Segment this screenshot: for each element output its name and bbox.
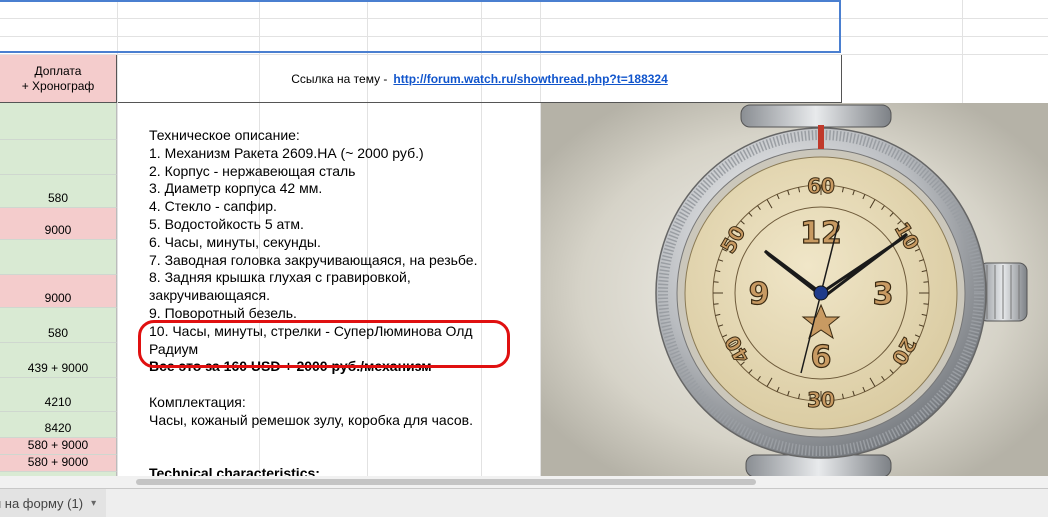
horizontal-scrollbar[interactable] <box>0 476 1048 488</box>
description-line <box>149 376 539 394</box>
numeral-3: 3 <box>873 277 894 312</box>
minute-tick <box>713 281 719 283</box>
numeral-9: 9 <box>749 277 770 312</box>
bezel-60: 60 <box>807 174 835 198</box>
sheet-tab[interactable]: н на форму (1) ▾ <box>0 489 107 517</box>
description-line: 3. Диаметр корпуса 42 мм. <box>149 180 323 197</box>
column-cell[interactable]: 9000 <box>0 275 117 308</box>
column-cell[interactable]: 580 + 9000 <box>0 455 117 472</box>
grid-line <box>962 0 963 103</box>
sheet-tab-label: н на форму (1) <box>0 495 84 511</box>
chevron-down-icon[interactable]: ▾ <box>91 498 96 509</box>
description-line: 5. Водостойкость 5 атм. <box>149 215 304 232</box>
description-line: Комплектация: <box>149 393 246 410</box>
column-cell[interactable]: 580 + 9000 <box>0 438 117 455</box>
column-cell[interactable]: 9000 <box>0 208 117 240</box>
description-line: 8. Задняя крышка глухая с гравировкой, <box>149 269 411 286</box>
sheet-tab-bar: н на форму (1) ▾ <box>0 488 1048 517</box>
bezel-30: 30 <box>807 388 835 412</box>
header-line-2: + Хронограф <box>21 78 95 93</box>
column-cell[interactable]: 439 + 9000 <box>0 343 117 378</box>
description-line: 6. Часы, минуты, секунды. <box>149 233 321 250</box>
description-line <box>149 447 539 465</box>
red-highlight-oval <box>138 320 510 368</box>
watch-illustration: 60 10 20 30 40 50 12 3 6 9 <box>541 103 1048 478</box>
description-line: 7. Заводная головка закручивающаяся, на … <box>149 251 478 268</box>
description-line: Часы, кожаный ремешок зулу, коробка для … <box>149 411 473 428</box>
numeral-6: 6 <box>811 340 832 375</box>
column-cell[interactable]: 580 <box>0 308 117 343</box>
description-line: 2. Корпус - нержавеющая сталь <box>149 162 356 179</box>
description-line: закручивающаяся. <box>149 287 270 304</box>
column-header-surcharge[interactable]: Доплата + Хронограф <box>0 55 117 103</box>
minute-tick <box>923 281 929 283</box>
watch-image: 60 10 20 30 40 50 12 3 6 9 <box>541 103 1048 478</box>
column-cell[interactable] <box>0 103 117 140</box>
description-line: 4. Стекло - сапфир. <box>149 198 277 215</box>
column-cell[interactable] <box>0 240 117 275</box>
description-line: 1. Механизм Ракета 2609.НА (~ 2000 руб.) <box>149 144 424 161</box>
column-cell[interactable]: 4210 <box>0 378 117 412</box>
column-cell[interactable]: 580 <box>0 175 117 208</box>
selected-cell[interactable] <box>0 0 841 53</box>
topic-link-cell[interactable]: Ссылка на тему - http://forum.watch.ru/s… <box>118 55 842 103</box>
topic-link[interactable]: http://forum.watch.ru/showthread.php?t=1… <box>393 72 667 86</box>
topic-link-label: Ссылка на тему - <box>291 71 388 86</box>
header-line-1: Доплата <box>34 63 82 78</box>
description-line: Техническое описание: <box>149 127 300 143</box>
minute-tick <box>713 303 719 305</box>
scrollbar-thumb[interactable] <box>136 479 756 485</box>
minute-tick <box>923 303 929 305</box>
description-line <box>149 430 539 448</box>
column-cell[interactable] <box>0 140 117 175</box>
technical-description[interactable]: Техническое описание: 1. Механизм Ракета … <box>149 127 539 483</box>
column-cell[interactable]: 8420 <box>0 412 117 438</box>
